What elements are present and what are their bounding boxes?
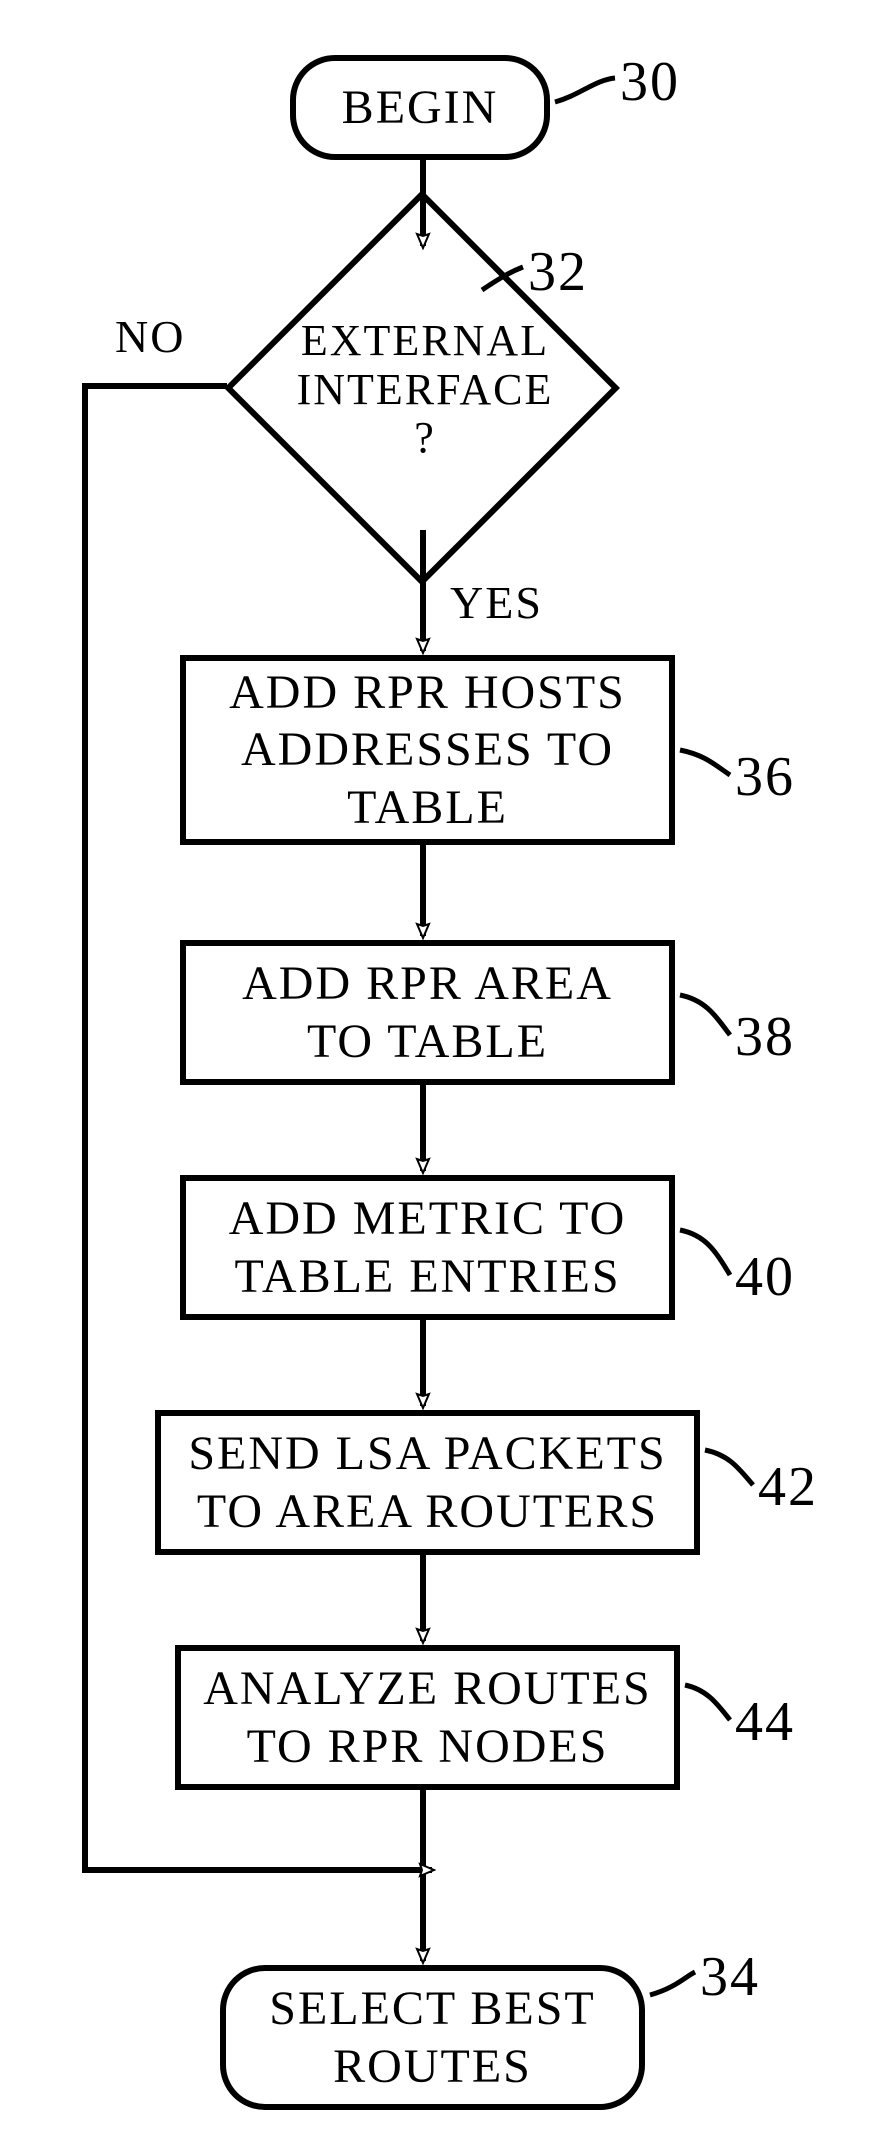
step42-line2: TO AREA ROUTERS bbox=[197, 1483, 658, 1541]
ref-44: 44 bbox=[735, 1690, 795, 1754]
begin-node: BEGIN bbox=[290, 55, 550, 160]
decision-text: EXTERNAL INTERFACE ? bbox=[275, 300, 575, 480]
step-add-hosts: ADD RPR HOSTS ADDRESSES TO TABLE bbox=[180, 655, 675, 845]
no-label: NO bbox=[115, 310, 185, 363]
end-line1: SELECT BEST bbox=[269, 1980, 595, 2038]
step38-line1: ADD RPR AREA bbox=[242, 955, 613, 1013]
begin-text: BEGIN bbox=[342, 79, 499, 137]
ref-38: 38 bbox=[735, 1005, 795, 1069]
step40-line1: ADD METRIC TO bbox=[229, 1190, 627, 1248]
ref-36: 36 bbox=[735, 745, 795, 809]
step42-line1: SEND LSA PACKETS bbox=[188, 1425, 666, 1483]
step-add-area: ADD RPR AREA TO TABLE bbox=[180, 940, 675, 1085]
ref-34: 34 bbox=[700, 1945, 760, 2009]
ref-40: 40 bbox=[735, 1245, 795, 1309]
end-line2: ROUTES bbox=[333, 2038, 532, 2096]
flowchart-canvas: BEGIN EXTERNAL INTERFACE ? NO YES ADD RP… bbox=[0, 0, 890, 2155]
ref-32: 32 bbox=[528, 240, 588, 304]
yes-label: YES bbox=[450, 576, 543, 629]
step44-line1: ANALYZE ROUTES bbox=[203, 1660, 652, 1718]
step36-line2: ADDRESSES TO bbox=[241, 721, 614, 779]
end-node: SELECT BEST ROUTES bbox=[220, 1965, 645, 2110]
ref-42: 42 bbox=[758, 1455, 818, 1519]
step36-line1: ADD RPR HOSTS bbox=[229, 664, 626, 722]
decision-line2: INTERFACE bbox=[297, 366, 554, 414]
step38-line2: TO TABLE bbox=[307, 1013, 548, 1071]
decision-line3: ? bbox=[414, 414, 436, 462]
step40-line2: TABLE ENTRIES bbox=[234, 1248, 620, 1306]
step-add-metric: ADD METRIC TO TABLE ENTRIES bbox=[180, 1175, 675, 1320]
ref-30: 30 bbox=[620, 50, 680, 114]
step44-line2: TO RPR NODES bbox=[247, 1718, 609, 1776]
step-analyze-routes: ANALYZE ROUTES TO RPR NODES bbox=[175, 1645, 680, 1790]
decision-line1: EXTERNAL bbox=[301, 317, 549, 365]
step36-line3: TABLE bbox=[347, 779, 508, 837]
step-send-lsa: SEND LSA PACKETS TO AREA ROUTERS bbox=[155, 1410, 700, 1555]
